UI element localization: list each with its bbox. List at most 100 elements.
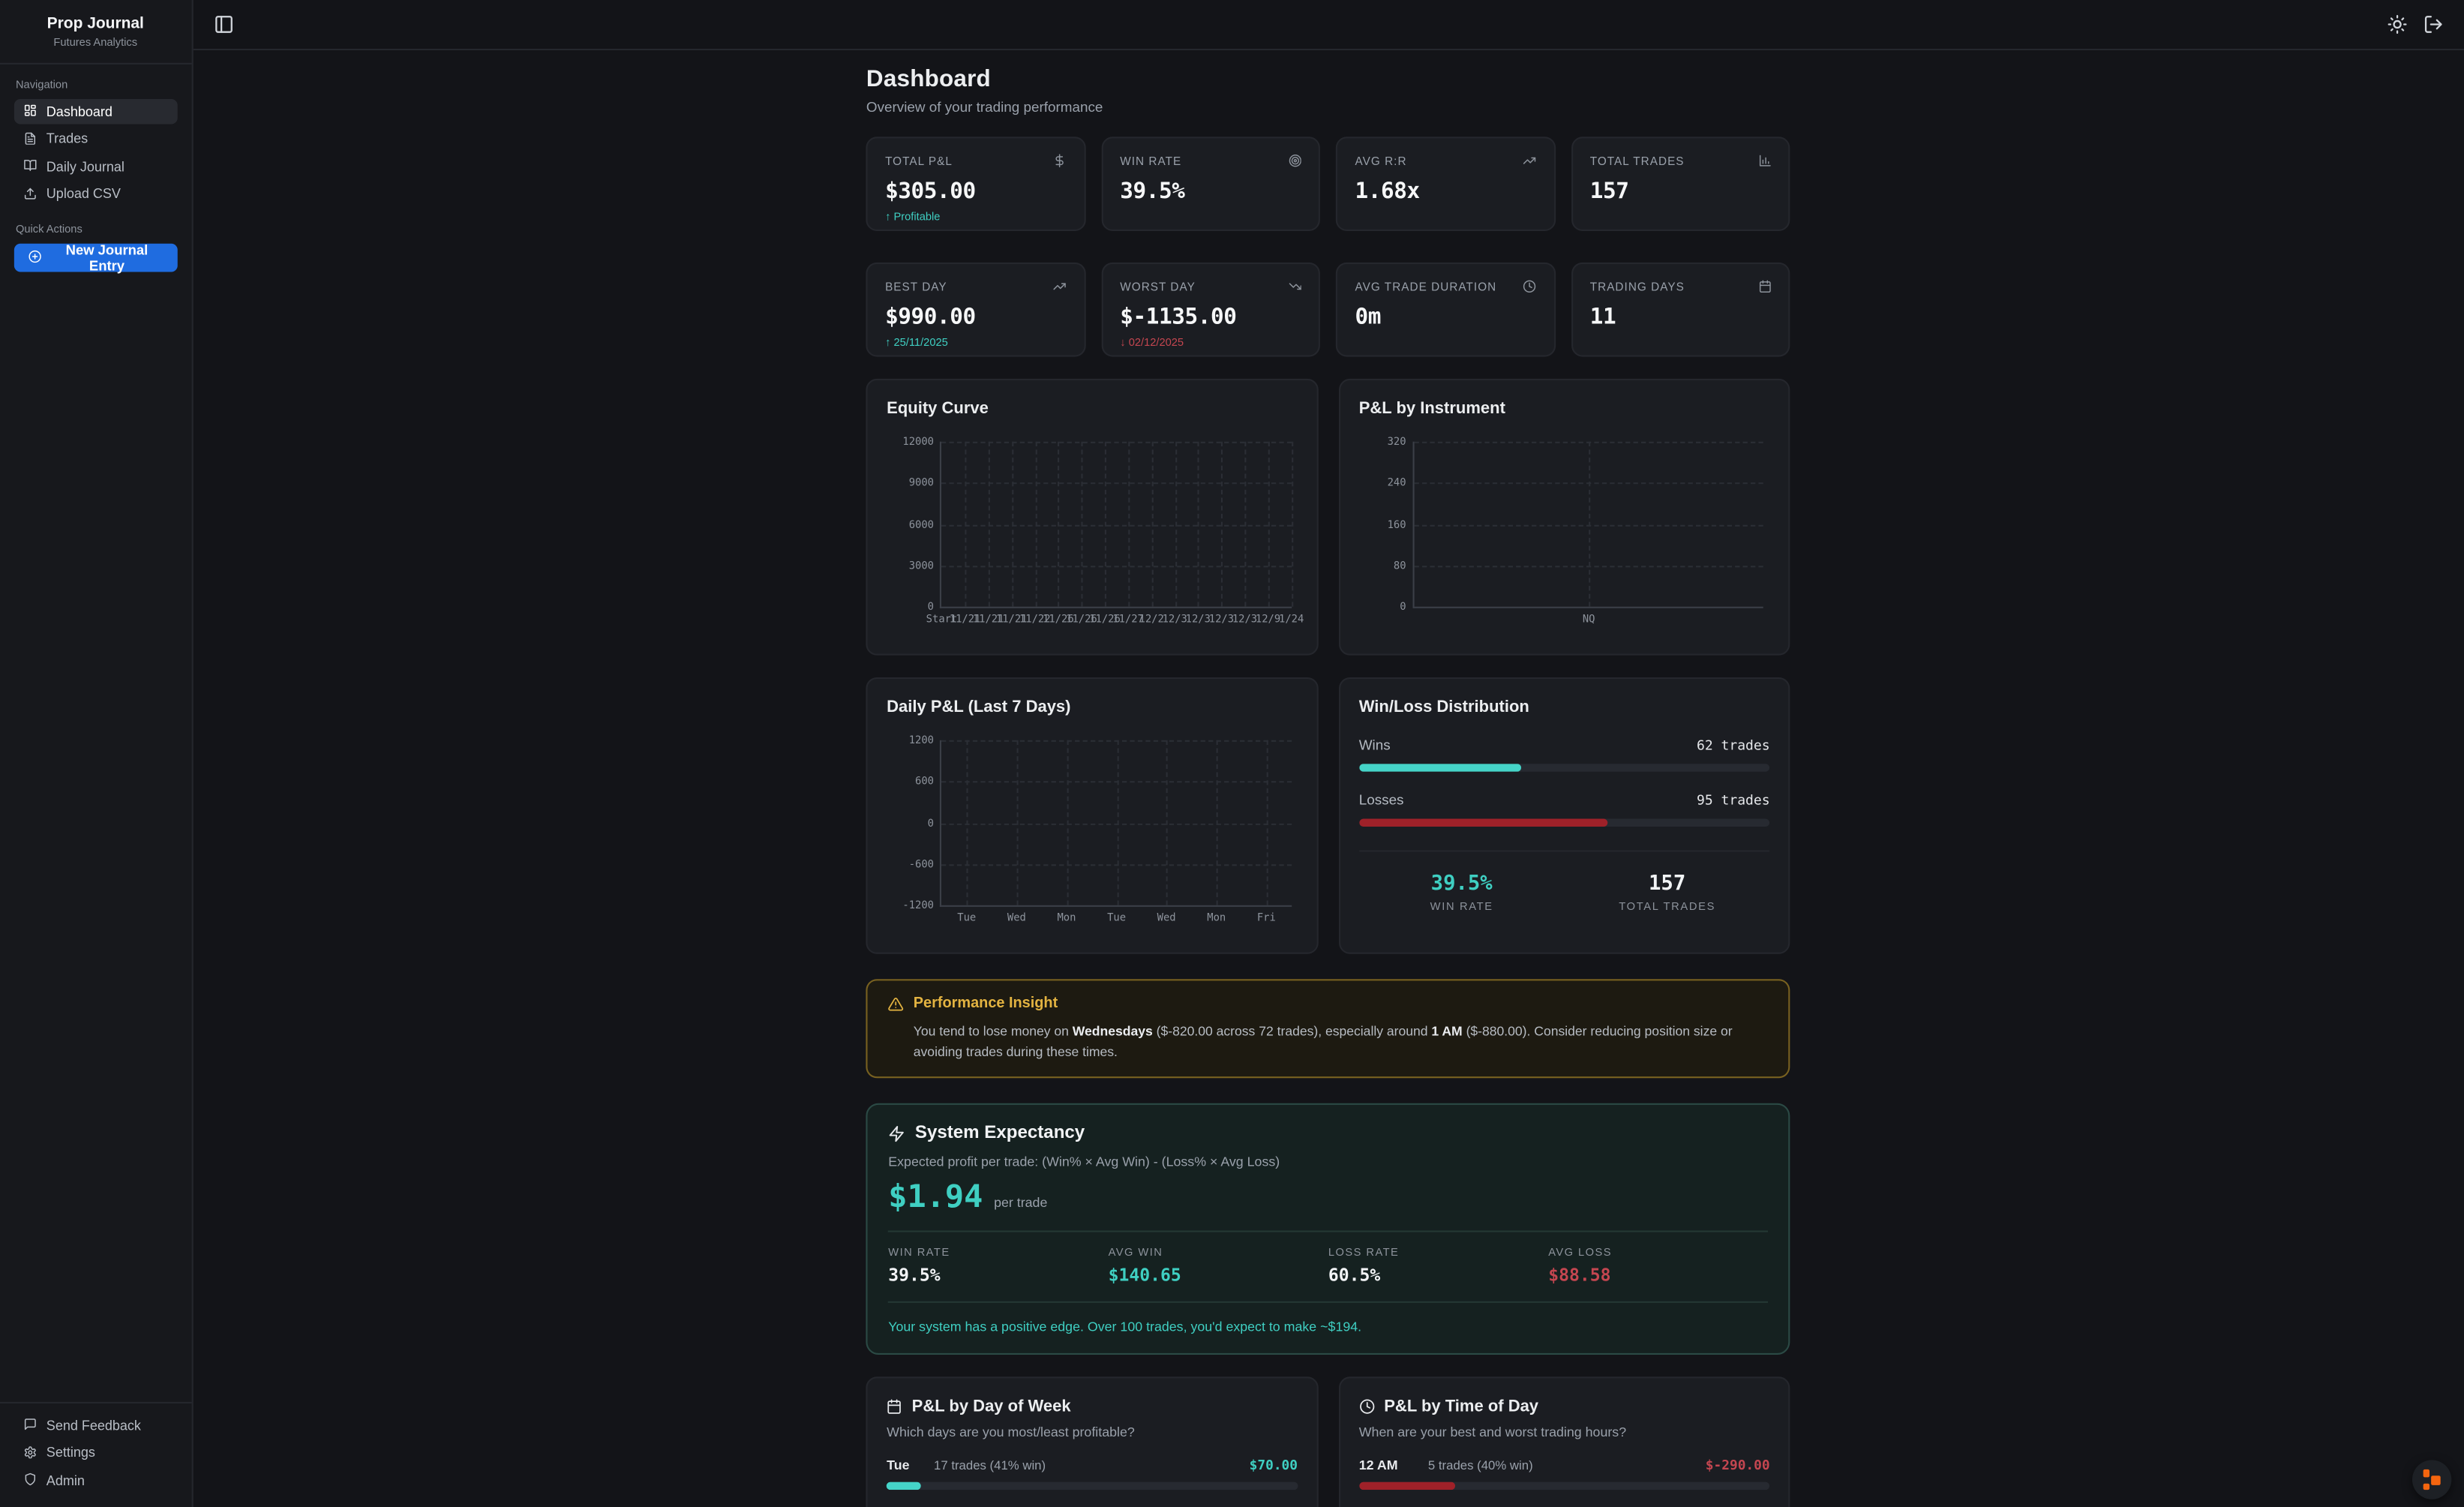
daily-pnl-chart: TueWedMonTueWedMonFri12006000-600-1200 bbox=[887, 732, 1298, 933]
nav-section: Navigation Dashboard Trades Daily Jo bbox=[0, 64, 191, 209]
quick-actions-section: Quick Actions New Journal Entry bbox=[0, 209, 191, 272]
stat-card: TOTAL P&L $305.00 ↑ Profitable bbox=[866, 137, 1085, 231]
app-root: Prop Journal Futures Analytics Navigatio… bbox=[0, 0, 2464, 1507]
winloss-row: Wins 62 trades bbox=[1359, 737, 1770, 772]
sidebar-footer-item[interactable]: Admin bbox=[14, 1467, 177, 1493]
expectancy-divider bbox=[888, 1231, 1768, 1232]
new-journal-entry-button[interactable]: New Journal Entry bbox=[14, 243, 177, 272]
page-subtitle: Overview of your trading performance bbox=[866, 99, 1790, 115]
expectancy-stat: WIN RATE 39.5% bbox=[888, 1248, 1108, 1286]
winloss-stat: 157 TOTAL TRADES bbox=[1565, 872, 1770, 913]
stat-value: 11 bbox=[1590, 305, 1772, 330]
system-expectancy-card: System Expectancy Expected profit per tr… bbox=[866, 1103, 1790, 1355]
sidebar-footer: Send Feedback Settings Admin bbox=[0, 1401, 191, 1507]
performance-insight-banner: Performance Insight You tend to lose mon… bbox=[866, 979, 1790, 1078]
expectancy-stat-value: 60.5% bbox=[1328, 1265, 1548, 1286]
nav-item-label: Upload CSV bbox=[47, 185, 121, 201]
footer-item-label: Admin bbox=[47, 1472, 85, 1487]
stat-icon bbox=[1523, 280, 1537, 293]
stat-label: WORST DAY bbox=[1120, 280, 1196, 294]
stat-subtext: ↑ Profitable bbox=[885, 212, 1067, 224]
winloss-stat-label: WIN RATE bbox=[1359, 902, 1565, 914]
footer-item-icon bbox=[23, 1418, 37, 1431]
sidebar-footer-item[interactable]: Send Feedback bbox=[14, 1412, 177, 1437]
expectancy-stat-value: $140.65 bbox=[1109, 1265, 1328, 1286]
stat-icon bbox=[1288, 154, 1301, 167]
winloss-stat-value: 39.5% bbox=[1359, 872, 1565, 896]
sidebar-nav-item[interactable]: Upload CSV bbox=[14, 181, 177, 206]
equity-curve-chart: Start11/2111/2111/2111/2211/2611/2611/26… bbox=[887, 434, 1298, 635]
bottom-row: P&L by Day of Week Which days are you mo… bbox=[866, 1376, 1790, 1507]
stat-icon bbox=[1288, 280, 1301, 293]
stat-label: TOTAL TRADES bbox=[1590, 154, 1685, 168]
expectancy-stat: AVG LOSS $88.58 bbox=[1548, 1248, 1768, 1286]
stat-card: WIN RATE 39.5% bbox=[1101, 137, 1320, 231]
dev-tools-badge[interactable] bbox=[2412, 1460, 2451, 1499]
page-title: Dashboard bbox=[866, 66, 1790, 93]
stat-icon bbox=[1523, 154, 1537, 167]
pnl-by-day-card: P&L by Day of Week Which days are you mo… bbox=[866, 1376, 1318, 1507]
expectancy-stat-label: AVG LOSS bbox=[1548, 1248, 1768, 1259]
sidebar-nav-item[interactable]: Trades bbox=[14, 126, 177, 152]
new-journal-entry-label: New Journal Entry bbox=[51, 242, 163, 273]
main-nav: Dashboard Trades Daily Journal U bbox=[14, 98, 177, 206]
nav-item-label: Trades bbox=[47, 131, 88, 146]
app-brand: Prop Journal Futures Analytics bbox=[0, 0, 191, 64]
stat-subtext: ↑ 25/11/2025 bbox=[885, 338, 1067, 349]
theme-toggle-button[interactable] bbox=[2387, 14, 2407, 35]
sidebar-nav-item[interactable]: Dashboard bbox=[14, 98, 177, 124]
expectancy-formula: Expected profit per trade: (Win% × Avg W… bbox=[888, 1154, 1768, 1169]
day-label: Tue bbox=[887, 1457, 921, 1472]
nav-section-label: Navigation bbox=[16, 80, 177, 91]
sidebar-toggle-button[interactable] bbox=[213, 14, 233, 35]
pnl-by-time-title: P&L by Time of Day bbox=[1384, 1397, 1538, 1416]
winloss-row-count: 62 trades bbox=[1697, 739, 1770, 755]
winloss-progress-fill bbox=[1359, 819, 1607, 827]
hour-pnl-value: $-290.00 bbox=[1706, 1458, 1770, 1474]
equity-curve-card: Equity Curve Start11/2111/2111/2111/2211… bbox=[866, 379, 1318, 656]
stat-icon bbox=[1053, 154, 1067, 167]
badge-logo-block bbox=[2423, 1469, 2429, 1476]
content-scroll[interactable]: Dashboard Overview of your trading perfo… bbox=[193, 50, 2464, 1507]
topbar bbox=[193, 0, 2464, 50]
winloss-row: Losses 95 trades bbox=[1359, 792, 1770, 827]
stat-value: $990.00 bbox=[885, 305, 1067, 330]
footer-item-label: Send Feedback bbox=[47, 1417, 141, 1433]
stat-label: TOTAL P&L bbox=[885, 154, 953, 168]
insight-body: You tend to lose money on Wednesdays ($-… bbox=[914, 1022, 1769, 1063]
hour-trades-meta: 5 trades (40% win) bbox=[1428, 1458, 1693, 1472]
sidebar-nav-item[interactable]: Daily Journal bbox=[14, 153, 177, 179]
badge-logo-block bbox=[2423, 1483, 2429, 1490]
logout-button[interactable] bbox=[2423, 14, 2444, 35]
stat-card: TRADING DAYS 11 bbox=[1571, 263, 1790, 357]
zap-icon bbox=[888, 1124, 905, 1142]
alert-triangle-icon bbox=[888, 995, 904, 1011]
sidebar-footer-item[interactable]: Settings bbox=[14, 1439, 177, 1465]
charts-row-1: Equity Curve Start11/2111/2111/2111/2211… bbox=[866, 379, 1790, 656]
daily-pnl-title: Daily P&L (Last 7 Days) bbox=[887, 698, 1298, 716]
winloss-stat: 39.5% WIN RATE bbox=[1359, 872, 1565, 913]
pnl-by-instrument-title: P&L by Instrument bbox=[1359, 399, 1770, 418]
quick-actions-label: Quick Actions bbox=[16, 224, 177, 236]
nav-item-icon bbox=[23, 131, 37, 145]
expectancy-footer: Your system has a positive edge. Over 10… bbox=[888, 1319, 1768, 1334]
stat-icon bbox=[1758, 154, 1772, 167]
hour-pnl-row: 12 AM 5 trades (40% win) $-290.00 bbox=[1359, 1457, 1770, 1489]
stat-value: 1.68x bbox=[1355, 179, 1536, 205]
winloss-stat-value: 157 bbox=[1565, 872, 1770, 896]
hour-bar-fill bbox=[1359, 1482, 1455, 1489]
stat-icon bbox=[1053, 280, 1067, 293]
stat-card: AVG TRADE DURATION 0m bbox=[1336, 263, 1555, 357]
winloss-row-label: Wins bbox=[1359, 737, 1391, 753]
app-title: Prop Journal bbox=[13, 16, 179, 33]
sidebar: Prop Journal Futures Analytics Navigatio… bbox=[0, 0, 193, 1507]
expectancy-stat: AVG WIN $140.65 bbox=[1109, 1248, 1328, 1286]
plus-circle-icon bbox=[29, 251, 42, 264]
stat-card: AVG R:R 1.68x bbox=[1336, 137, 1555, 231]
expectancy-title: System Expectancy bbox=[915, 1124, 1085, 1142]
expectancy-stats-grid: WIN RATE 39.5% AVG WIN $140.65 LOSS RATE bbox=[888, 1248, 1768, 1286]
charts-row-2: Daily P&L (Last 7 Days) TueWedMonTueWedM… bbox=[866, 677, 1790, 954]
nav-item-icon bbox=[23, 104, 37, 118]
insight-text-segment: 1 AM bbox=[1431, 1023, 1462, 1039]
expectancy-stat-value: 39.5% bbox=[888, 1265, 1108, 1286]
